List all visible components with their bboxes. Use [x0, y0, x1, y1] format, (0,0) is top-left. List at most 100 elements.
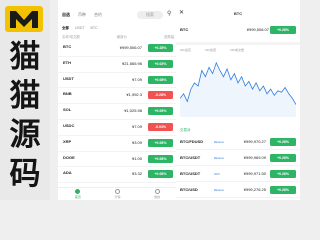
coin-price: ¥21,565.96: [121, 60, 142, 66]
pair-row[interactable]: BTC/USD Binance ¥999,276.25 +0.28%: [176, 182, 300, 198]
pair-row[interactable]: BTC/USDT Binance ¥999,969.09 +0.28%: [176, 150, 300, 166]
change-badge: -0.28%: [148, 91, 173, 100]
search-icon[interactable]: ⚲: [167, 10, 174, 17]
list-item[interactable]: BNB ¥1,992.3 -0.28%: [58, 88, 177, 105]
change-badge: +0.28%: [148, 44, 173, 52]
change-badge: +0.28%: [270, 138, 296, 146]
detail-price: ¥999,506.07: [246, 27, 269, 32]
nav-label: 首页: [74, 194, 81, 199]
exchange-tag: Binance: [214, 156, 225, 160]
coin-price: ¥1.00: [131, 155, 142, 161]
tab-contracts[interactable]: 合约: [94, 12, 102, 18]
bottom-nav: 首页 行情 我的: [58, 187, 177, 200]
coin-price: ¥999,506.07: [119, 45, 142, 50]
change-badge: +0.26%: [270, 170, 296, 178]
price-chart[interactable]: [180, 55, 296, 117]
brand-char: 码: [9, 156, 41, 192]
coin-symbol: SOL: [63, 107, 72, 113]
change-badge: +0.28%: [270, 154, 296, 162]
detail-change-badge: +0.28%: [270, 26, 296, 34]
page-title: BTC: [233, 11, 243, 16]
pairs-list: BTC/FDUSD Binance ¥999,970.27 +0.28% BTC/USD…: [176, 134, 300, 198]
home-icon: [75, 189, 81, 194]
coin-price: ¥3.32: [131, 171, 142, 177]
detail-symbol: BTC: [180, 27, 189, 32]
list-item[interactable]: ADA ¥3.32 +0.08%: [58, 167, 177, 184]
pair-symbol: BTC/USD: [180, 187, 198, 192]
pair-row[interactable]: BTC/USDT OKX ¥999,971.50 +0.26%: [176, 166, 300, 182]
nav-home[interactable]: 首页: [75, 188, 81, 200]
brand-name: 猫 猫 源 码: [3, 38, 47, 194]
coin-price: ¥7.09: [131, 123, 142, 129]
list-item[interactable]: SOL ¥1,025.98 +0.09%: [58, 104, 177, 120]
detail-screen: ✕ BTC BTC ¥999,506.07 +0.28% 24h最高 24h最低…: [176, 0, 300, 200]
stat-low: 24h最低: [205, 48, 217, 52]
detail-stats: 24h最高 24h最低 24h成交量: [180, 48, 244, 52]
coin-symbol: BTC: [63, 44, 72, 49]
pair-row[interactable]: BTC/FDUSD Binance ¥999,970.27 +0.28%: [176, 134, 300, 150]
coin-symbol: BNB: [63, 91, 72, 97]
exchange-tag: Binance: [214, 140, 225, 144]
pair-symbol: BTC/FDUSD: [180, 139, 204, 144]
brand-char: 源: [9, 117, 41, 153]
change-badge: +0.08%: [148, 170, 173, 179]
brand-panel: 猫 猫 源 码: [0, 0, 50, 200]
market-sub-tabs: 全部 USDT BTC: [62, 26, 98, 31]
nav-market[interactable]: 行情: [114, 188, 120, 200]
nav-profile[interactable]: 我的: [154, 188, 160, 200]
list-item[interactable]: DOGE ¥1.00 +0.08%: [58, 152, 177, 168]
chart-icon: [114, 189, 120, 194]
user-icon: [154, 189, 160, 194]
tab-watchlist[interactable]: 自选: [62, 12, 70, 18]
list-item[interactable]: USDC ¥7.09 -0.03%: [58, 120, 177, 136]
market-tabs: 自选 币种 合约: [62, 12, 102, 18]
market-screen: 自选 币种 合约 搜索 ⚲ 全部 USDT BTC 名称/成交额 最新价 涨跌幅…: [58, 0, 177, 200]
brand-char: 猫: [9, 39, 41, 75]
list-item[interactable]: ETH ¥21,565.96 +0.03%: [58, 57, 177, 73]
chart-area: [180, 62, 296, 117]
sort-name[interactable]: 名称/成交额: [62, 34, 80, 39]
coin-price: ¥3.09: [131, 139, 142, 145]
stat-high: 24h最高: [180, 48, 192, 52]
change-badge: +0.03%: [148, 59, 173, 68]
sort-header: 名称/成交额 最新价 涨跌幅: [62, 34, 174, 39]
list-item[interactable]: XRP ¥3.09 +0.08%: [58, 136, 177, 152]
change-badge: +0.08%: [148, 75, 173, 84]
coin-price: ¥1,025.98: [124, 108, 142, 114]
sort-price[interactable]: 最新价: [117, 34, 127, 39]
sub-tab-all[interactable]: 全部: [62, 26, 69, 31]
search-input[interactable]: 搜索: [137, 11, 163, 19]
sub-tab-btc[interactable]: BTC: [91, 26, 98, 31]
tab-coins[interactable]: 币种: [78, 12, 86, 18]
coin-symbol: DOGE: [63, 154, 75, 160]
nav-label: 行情: [114, 194, 121, 199]
list-item[interactable]: USDT ¥7.09 +0.08%: [58, 73, 177, 89]
pair-price: ¥999,970.27: [243, 139, 266, 144]
coin-symbol: USDC: [63, 122, 75, 128]
pairs-section-label: 交易对: [180, 128, 191, 132]
sort-change[interactable]: 涨跌幅: [164, 34, 174, 39]
coin-symbol: ADA: [63, 170, 72, 176]
sub-tab-usdt[interactable]: USDT: [75, 26, 85, 31]
brand-char: 猫: [9, 78, 41, 114]
pair-symbol: BTC/USDT: [180, 155, 201, 160]
list-item[interactable]: BTC ¥999,506.07 +0.28%: [58, 41, 177, 57]
change-badge: +0.08%: [148, 154, 173, 163]
brand-logo-icon: [5, 6, 43, 32]
coin-price: ¥7.09: [131, 76, 142, 82]
coin-symbol: ETH: [63, 59, 71, 65]
change-badge: -0.03%: [148, 122, 173, 131]
pair-symbol: BTC/USDT: [180, 171, 201, 176]
exchange-tag: Binance: [214, 188, 225, 192]
exchange-tag: OKX: [214, 172, 220, 176]
change-badge: +0.28%: [270, 186, 296, 194]
coin-price: ¥1,992.3: [126, 92, 142, 98]
coin-symbol: XRP: [63, 138, 72, 144]
pair-price: ¥999,276.25: [243, 187, 266, 192]
stat-volume: 24h成交量: [230, 48, 245, 52]
pair-price: ¥999,971.50: [243, 171, 266, 176]
change-badge: +0.09%: [148, 107, 173, 116]
nav-label: 我的: [154, 194, 161, 199]
pair-price: ¥999,969.09: [243, 155, 266, 160]
market-list: BTC ¥999,506.07 +0.28% ETH ¥21,565.96 +0.03% U…: [58, 41, 177, 199]
